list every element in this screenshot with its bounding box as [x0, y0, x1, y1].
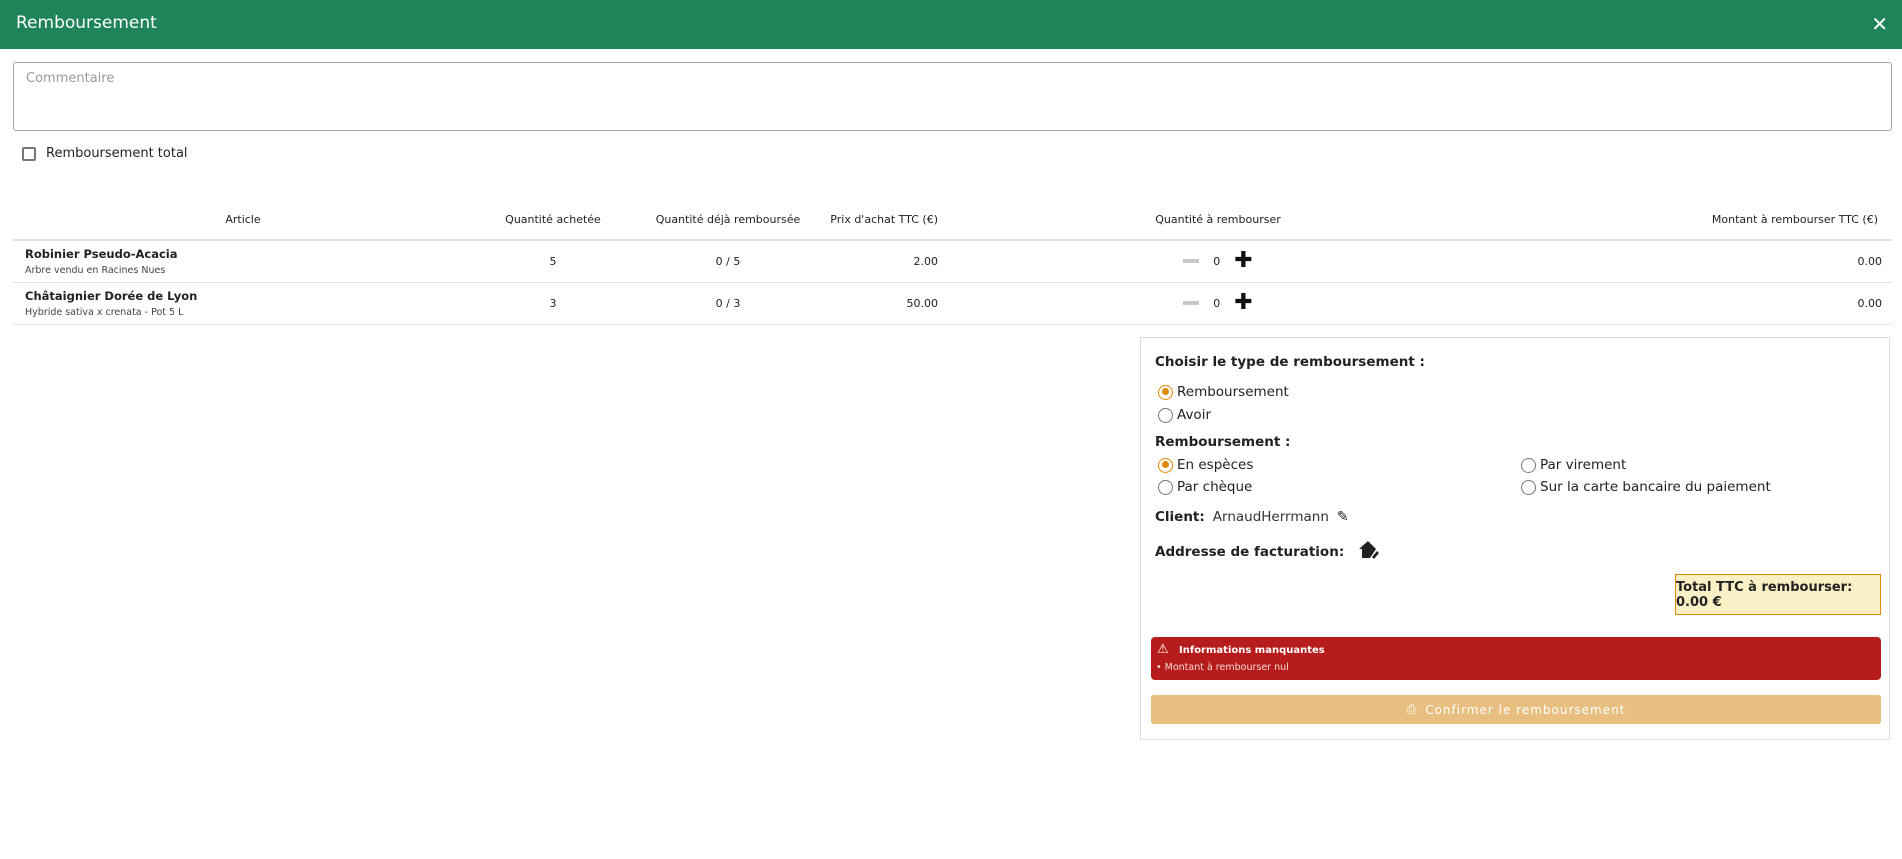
- quantity-stepper: 0 ✚: [948, 292, 1488, 314]
- radio-label: Avoir: [1177, 407, 1211, 423]
- radio-avoir[interactable]: Avoir: [1158, 407, 1211, 423]
- modal-title: Remboursement: [16, 13, 157, 33]
- amount: 0.00: [1488, 282, 1892, 325]
- qty: 3: [473, 282, 633, 325]
- article-sub: Hybride sativa x crenata - Pot 5 L: [25, 306, 184, 318]
- price: 2.00: [823, 240, 948, 283]
- radio-label: Remboursement: [1177, 384, 1289, 400]
- amount: 0.00: [1488, 240, 1892, 283]
- col-price: Prix d'achat TTC (€): [823, 200, 948, 241]
- pencil-icon[interactable]: ✎: [1337, 509, 1349, 525]
- radio-label: Par chèque: [1177, 479, 1253, 495]
- col-to-refund: Quantité à rembourser: [948, 200, 1488, 241]
- plus-icon[interactable]: ✚: [1234, 250, 1252, 272]
- confirm-refund-button[interactable]: ⎙ Confirmer le remboursement: [1151, 695, 1881, 724]
- radio-label: Sur la carte bancaire du paiement: [1540, 479, 1771, 495]
- radio-icon[interactable]: [1521, 479, 1536, 495]
- plus-icon[interactable]: ✚: [1234, 292, 1252, 314]
- article-name: Châtaignier Dorée de Lyon: [25, 288, 198, 303]
- article-sub: Arbre vendu en Racines Nues: [25, 264, 166, 276]
- comment-input[interactable]: [13, 62, 1892, 131]
- close-icon[interactable]: ✕: [1871, 12, 1888, 36]
- type-label: Choisir le type de remboursement :: [1155, 354, 1425, 370]
- qty: 5: [473, 240, 633, 283]
- address-label: Addresse de facturation:: [1155, 544, 1345, 560]
- refund-panel: Choisir le type de remboursement : Rembo…: [1140, 337, 1890, 740]
- radio-cash[interactable]: En espèces: [1158, 457, 1253, 473]
- radio-icon[interactable]: [1158, 479, 1173, 495]
- house-edit-icon[interactable]: [1358, 540, 1380, 564]
- radio-card[interactable]: Sur la carte bancaire du paiement: [1521, 479, 1771, 495]
- radio-checked-icon[interactable]: [1158, 384, 1173, 400]
- client-label: Client:: [1155, 509, 1205, 525]
- minus-icon[interactable]: [1183, 259, 1200, 264]
- alert-message: • Montant à rembourser nul: [1156, 662, 1289, 673]
- quantity-value: 0: [1213, 254, 1221, 268]
- radio-transfer[interactable]: Par virement: [1521, 457, 1626, 473]
- radio-icon[interactable]: [1521, 457, 1536, 473]
- radio-checked-icon[interactable]: [1158, 457, 1173, 473]
- col-qty: Quantité achetée: [473, 200, 633, 241]
- radio-label: En espèces: [1177, 457, 1254, 473]
- alert-title: Informations manquantes: [1179, 645, 1325, 656]
- full-refund-checkbox[interactable]: Remboursement total: [22, 146, 188, 161]
- modal-header: Remboursement ✕: [0, 0, 1902, 49]
- warning-icon: ⚠: [1157, 642, 1169, 657]
- quantity-stepper: 0 ✚: [948, 250, 1488, 272]
- col-article: Article: [13, 200, 473, 241]
- refunded: 0 / 3: [633, 282, 823, 325]
- refund-icon: ⎙: [1406, 702, 1418, 716]
- confirm-label: Confirmer le remboursement: [1425, 702, 1626, 717]
- minus-icon[interactable]: [1183, 301, 1200, 305]
- radio-remboursement[interactable]: Remboursement: [1158, 384, 1289, 400]
- full-refund-label: Remboursement total: [46, 146, 188, 161]
- article-name: Robinier Pseudo-Acacia: [25, 246, 178, 261]
- refunded: 0 / 5: [633, 240, 823, 283]
- radio-label: Par virement: [1540, 457, 1627, 473]
- method-label: Remboursement :: [1155, 434, 1291, 450]
- col-amount: Montant à rembourser TTC (€): [1488, 200, 1892, 241]
- total-box: Total TTC à rembourser: 0.00 €: [1675, 574, 1881, 615]
- client-name: ArnaudHerrmann: [1212, 509, 1329, 525]
- error-alert: ⚠ Informations manquantes • Montant à re…: [1151, 637, 1881, 680]
- quantity-value: 0: [1213, 296, 1221, 310]
- table-row: Châtaignier Dorée de Lyon Hybride sativa …: [13, 282, 1892, 325]
- checkbox-icon[interactable]: [22, 146, 36, 161]
- col-refunded: Quantité déjà remboursée: [633, 200, 823, 241]
- price: 50.00: [823, 282, 948, 325]
- articles-table: Article Quantité achetée Quantité déjà r…: [13, 200, 1892, 325]
- radio-cheque[interactable]: Par chèque: [1158, 479, 1252, 495]
- radio-icon[interactable]: [1158, 407, 1173, 423]
- table-row: Robinier Pseudo-Acacia Arbre vendu en Rac…: [13, 240, 1892, 283]
